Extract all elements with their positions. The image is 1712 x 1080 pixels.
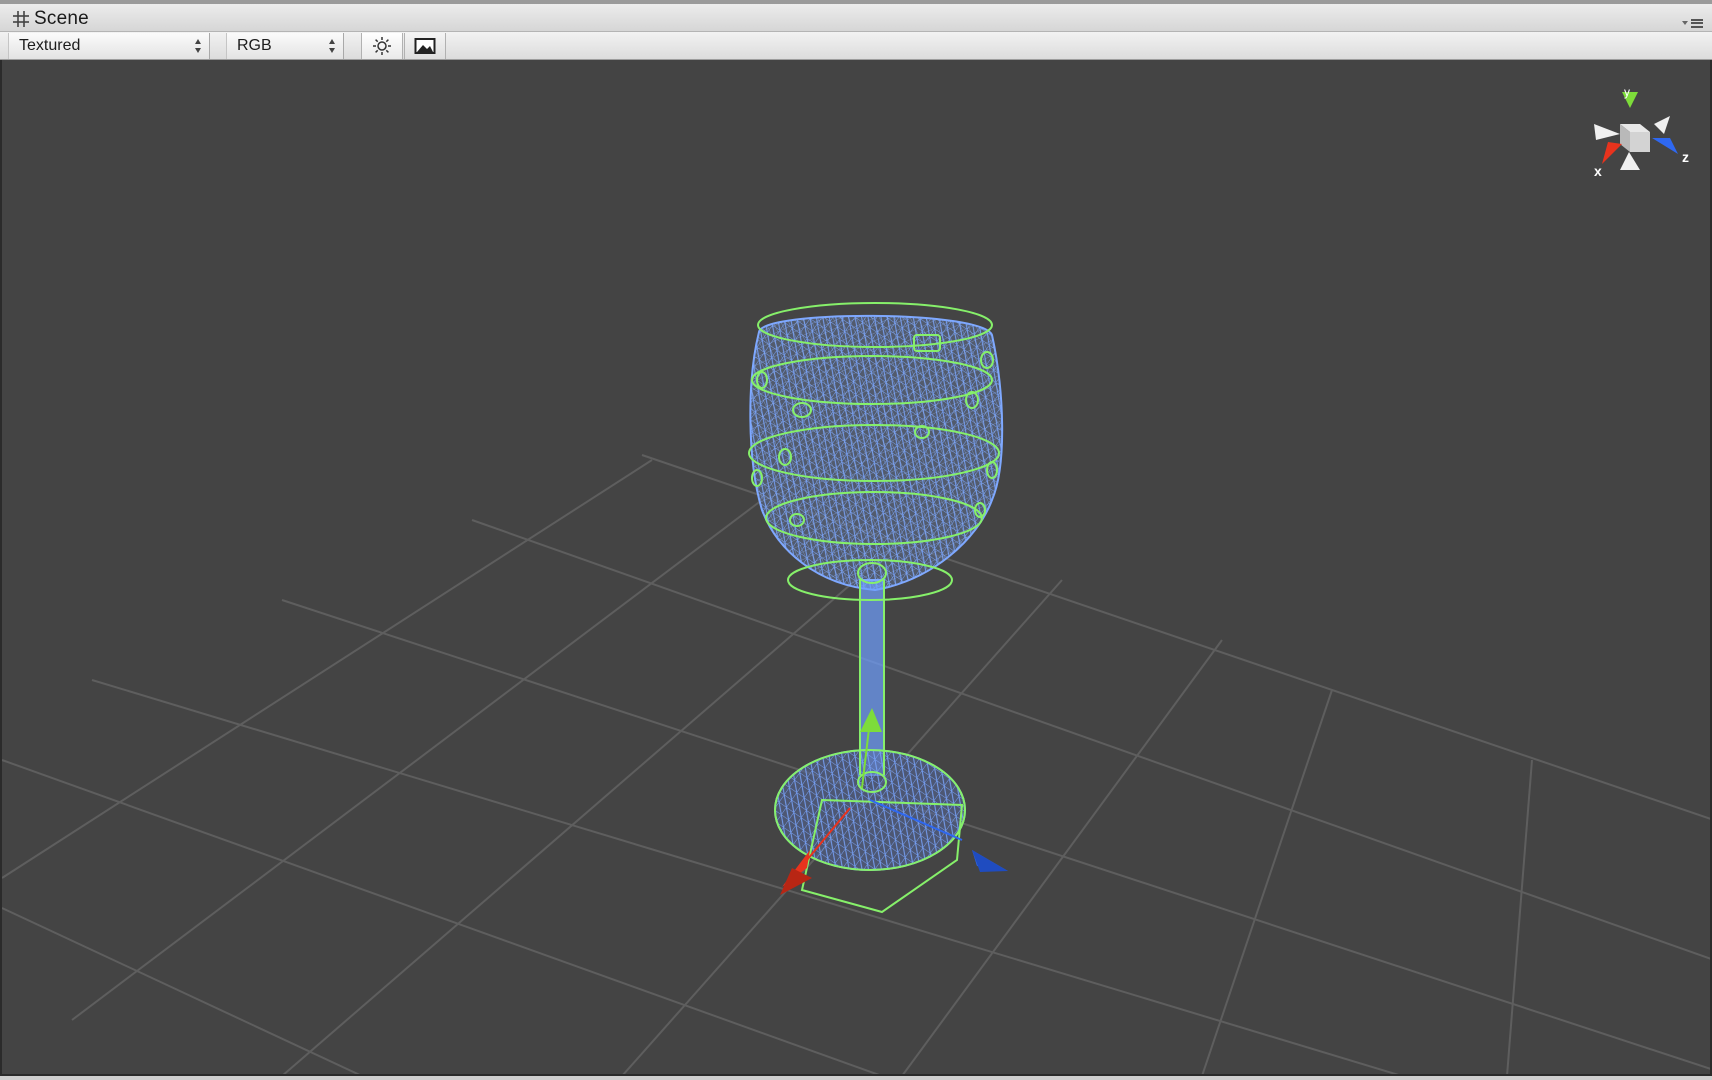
window-bottom-edge	[0, 1076, 1712, 1080]
scene-tab-label: Scene	[34, 8, 89, 29]
dropdown-arrows-icon	[195, 39, 202, 53]
scene-window: Scene Textured RGB y z x	[0, 0, 1712, 1080]
orientation-label-x: x	[1594, 163, 1602, 179]
render-mode-value: Textured	[19, 37, 81, 54]
scene-tab[interactable]: Scene	[12, 7, 89, 31]
dropdown-arrows-icon	[329, 39, 336, 53]
render-mode-dropdown[interactable]: Textured	[8, 33, 210, 59]
sun-icon	[373, 37, 391, 55]
scene-effects-toggle[interactable]	[404, 33, 446, 59]
scene-grid-icon	[13, 11, 29, 27]
scene-lighting-toggle[interactable]	[361, 33, 403, 59]
orientation-label-z: z	[1682, 149, 1689, 165]
image-icon	[414, 38, 436, 54]
orientation-gizmo[interactable]: y z x	[1594, 85, 1689, 179]
scene-tab-bar: Scene	[0, 0, 1712, 32]
orientation-label-y: y	[1624, 85, 1630, 99]
window-menu-icon[interactable]	[1682, 16, 1704, 30]
scene-viewport[interactable]: y z x	[0, 60, 1712, 1076]
scene-toolbar: Textured RGB	[0, 32, 1712, 60]
color-mode-value: RGB	[237, 37, 272, 54]
wine-glass-mesh[interactable]	[749, 314, 1004, 871]
color-mode-dropdown[interactable]: RGB	[226, 33, 344, 59]
scene-canvas[interactable]: y z x	[2, 60, 1712, 1076]
